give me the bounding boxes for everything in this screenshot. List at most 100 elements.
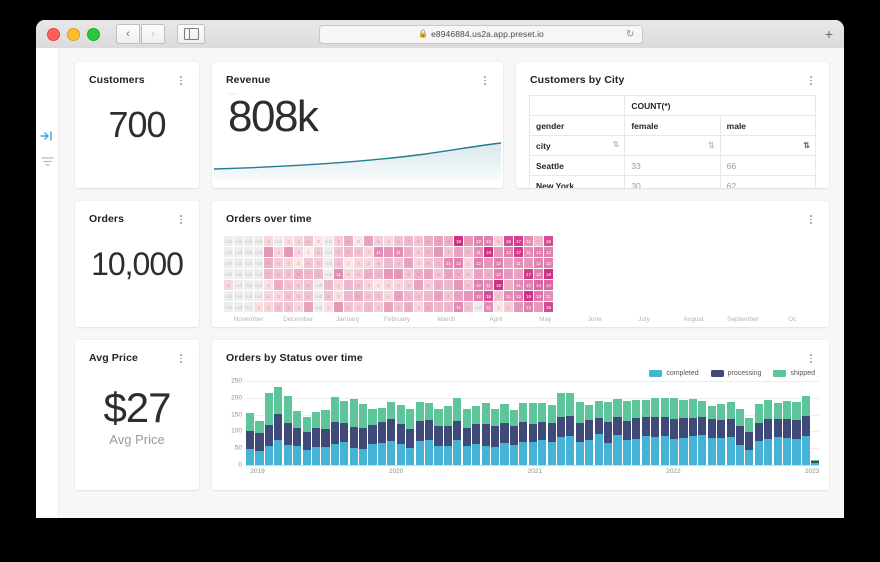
legend-item[interactable]: processing: [710, 370, 761, 377]
heatmap-cell[interactable]: 10: [534, 302, 543, 312]
heatmap-cell[interactable]: 4: [464, 258, 473, 268]
heatmap-cell[interactable]: 5: [404, 280, 413, 290]
heatmap-cell[interactable]: 10: [264, 247, 273, 257]
bar-stack[interactable]: [528, 403, 537, 465]
bar-stack[interactable]: [538, 403, 547, 465]
bar-stack[interactable]: [246, 412, 255, 465]
heatmap-cell[interactable]: 6: [284, 291, 293, 301]
heatmap-cell[interactable]: 7: [534, 236, 543, 246]
heatmap-cell[interactable]: 1: [304, 247, 313, 257]
heatmap-cell[interactable]: 16: [544, 302, 553, 312]
bar-stack[interactable]: [425, 402, 434, 465]
bar-stack[interactable]: [377, 407, 387, 465]
heatmap-cell[interactable]: 11: [484, 280, 493, 290]
bar-stack[interactable]: [613, 399, 622, 465]
bar-stack[interactable]: [679, 399, 688, 465]
bar-stack[interactable]: [490, 408, 500, 465]
bar-chart-plot[interactable]: [246, 381, 820, 466]
heatmap-cell[interactable]: 6: [324, 291, 333, 301]
heatmap-cell[interactable]: 9: [384, 302, 393, 312]
heatmap-cell[interactable]: 4: [414, 258, 423, 268]
heatmap-cell[interactable]: 9: [504, 258, 513, 268]
heatmap-cell[interactable]: 6: [394, 236, 403, 246]
heatmap-cell[interactable]: 10: [524, 258, 533, 268]
heatmap-cell[interactable]: 9: [304, 302, 313, 312]
heatmap-cell[interactable]: 11: [474, 247, 483, 257]
heatmap-cell[interactable]: null: [474, 302, 483, 312]
heatmap-cell[interactable]: 5: [294, 291, 303, 301]
bar-stack[interactable]: [349, 399, 358, 465]
bar-stack[interactable]: [293, 410, 302, 465]
bar-stack[interactable]: [745, 418, 754, 465]
city-table-city-label[interactable]: city ⇅: [528, 135, 626, 156]
heatmap-cell[interactable]: 7: [444, 302, 453, 312]
heatmap-cell[interactable]: 5: [274, 258, 283, 268]
bar-stack[interactable]: [801, 396, 811, 465]
heatmap-cell[interactable]: null: [254, 280, 263, 290]
heatmap-cell[interactable]: 11: [524, 236, 533, 246]
heatmap-cell[interactable]: 10: [434, 247, 443, 257]
bar-stack[interactable]: [509, 409, 518, 465]
heatmap-cell[interactable]: 9: [404, 258, 413, 268]
heatmap-cell[interactable]: 7: [344, 291, 353, 301]
address-bar[interactable]: 🔒 e8946884.us2a.app.preset.io: [319, 24, 643, 44]
heatmap-cell[interactable]: 11: [504, 291, 513, 301]
bar-stack[interactable]: [453, 397, 462, 465]
bar-stack[interactable]: [396, 405, 405, 465]
heatmap-cell[interactable]: 12: [494, 269, 503, 279]
bar-stack[interactable]: [481, 402, 490, 465]
heatmap-cell[interactable]: 11: [334, 269, 343, 279]
bar-stack[interactable]: [406, 409, 415, 465]
heatmap-cell[interactable]: 5: [314, 258, 323, 268]
heatmap-cell[interactable]: 6: [284, 269, 293, 279]
heatmap-cell[interactable]: 12: [474, 280, 483, 290]
heatmap-cell[interactable]: 9: [394, 291, 403, 301]
sort-icon-male[interactable]: ⇅: [803, 141, 810, 150]
heatmap-cell[interactable]: null: [274, 236, 283, 246]
bar-stack[interactable]: [415, 401, 424, 465]
heatmap-cell[interactable]: 5: [314, 247, 323, 257]
heatmap-cell[interactable]: null: [324, 258, 333, 268]
bar-stack[interactable]: [651, 398, 660, 465]
heatmap-cell[interactable]: 11: [484, 302, 493, 312]
heatmap-cell[interactable]: 6: [334, 258, 343, 268]
heatmap-cell[interactable]: 4: [264, 291, 273, 301]
heatmap-cell[interactable]: 12: [504, 247, 513, 257]
bar-stack[interactable]: [575, 401, 584, 465]
heatmap-cell[interactable]: null: [314, 302, 323, 312]
heatmap-cell[interactable]: 4: [384, 291, 393, 301]
heatmap-cell[interactable]: 10: [284, 247, 293, 257]
heatmap-cell[interactable]: null: [234, 247, 243, 257]
heatmap-cell[interactable]: 6: [404, 269, 413, 279]
heatmap-cell[interactable]: null: [324, 269, 333, 279]
heatmap-cell[interactable]: 6: [344, 302, 353, 312]
heatmap-cell[interactable]: null: [234, 291, 243, 301]
heatmap-cell[interactable]: 4: [344, 269, 353, 279]
heatmap-cell[interactable]: 7: [404, 236, 413, 246]
heatmap-cell[interactable]: 8: [484, 269, 493, 279]
bar-stack[interactable]: [340, 401, 349, 465]
bar-stack[interactable]: [735, 408, 745, 465]
table-row[interactable]: Seattle 33 66: [528, 155, 817, 176]
heatmap-cell[interactable]: 3: [334, 291, 343, 301]
heatmap-cell[interactable]: null: [234, 269, 243, 279]
bar-stack[interactable]: [660, 398, 669, 465]
heatmap-cell[interactable]: 18: [544, 269, 553, 279]
heatmap-cell[interactable]: 6: [414, 291, 423, 301]
heatmap-cell[interactable]: 16: [504, 236, 513, 246]
bar-stack[interactable]: [321, 409, 330, 465]
heatmap-cell[interactable]: 4: [224, 280, 233, 290]
heatmap-cell[interactable]: 12: [484, 236, 493, 246]
heatmap-cell[interactable]: 9: [364, 236, 373, 246]
heatmap-cell[interactable]: 11: [394, 247, 403, 257]
heatmap-cell[interactable]: null: [254, 236, 263, 246]
bar-stack[interactable]: [462, 408, 471, 465]
heatmap-cell[interactable]: 5: [334, 236, 343, 246]
heatmap-cell[interactable]: 6: [304, 280, 313, 290]
heatmap-cell[interactable]: 6: [284, 302, 293, 312]
heatmap-cell[interactable]: 4: [294, 247, 303, 257]
heatmap-cell[interactable]: null: [244, 280, 253, 290]
heatmap-cell[interactable]: 6: [274, 302, 283, 312]
heatmap-cell[interactable]: 10: [494, 247, 503, 257]
bar-stack[interactable]: [311, 411, 321, 465]
